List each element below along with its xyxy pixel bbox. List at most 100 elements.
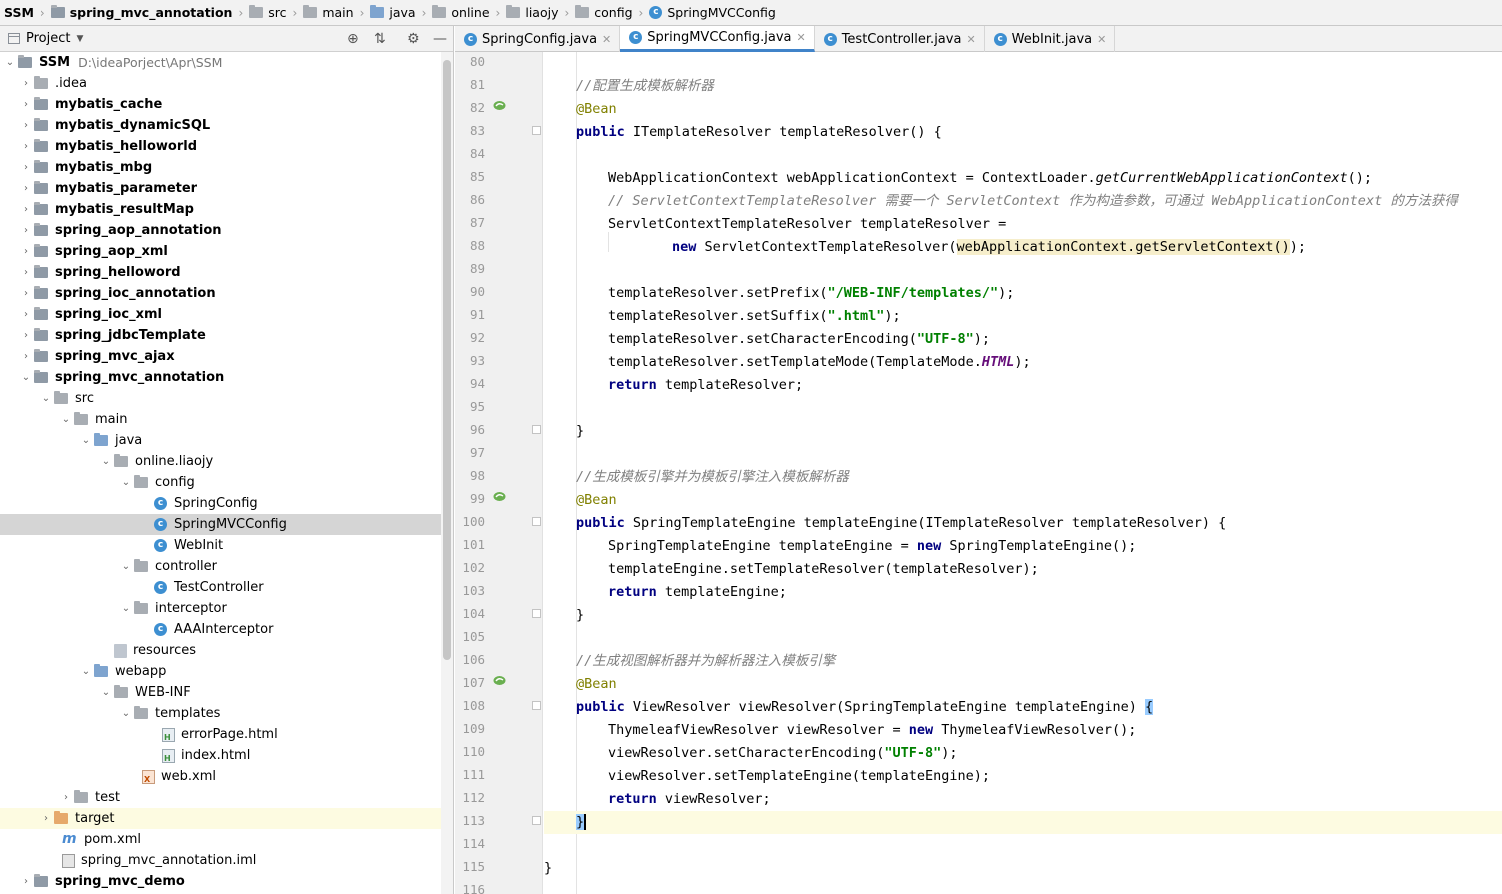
fold-marker-icon[interactable] — [532, 701, 541, 710]
tree-item-iml[interactable]: spring_mvc_annotation.iml — [0, 850, 441, 871]
chevron-right-icon[interactable]: › — [18, 351, 34, 362]
tree-scrollbar-thumb[interactable] — [443, 60, 451, 660]
tree-item-class[interactable]: c TestController — [0, 577, 441, 598]
tree-item-pom[interactable]: m pom.xml — [0, 829, 441, 850]
tree-item-module[interactable]: › mybatis_cache — [0, 94, 441, 115]
chevron-down-icon[interactable]: ⌄ — [18, 372, 34, 383]
tree-item-test[interactable]: › test — [0, 787, 441, 808]
tree-item-class[interactable]: c WebInit — [0, 535, 441, 556]
tree-item-module[interactable]: › spring_ioc_xml — [0, 304, 441, 325]
tree-item-interceptor[interactable]: ⌄ interceptor — [0, 598, 441, 619]
minimize-icon[interactable]: — — [433, 31, 447, 47]
tab-springmvcconfig[interactable]: c SpringMVCConfig.java ✕ — [620, 26, 815, 52]
tree-item-templates[interactable]: ⌄ templates — [0, 703, 441, 724]
tree-item-class[interactable]: c SpringConfig — [0, 493, 441, 514]
chevron-down-icon[interactable]: ⌄ — [38, 393, 54, 404]
breadcrumb-item-java[interactable]: java — [370, 0, 416, 25]
project-view-selector[interactable]: Project — [26, 31, 70, 46]
chevron-right-icon[interactable]: › — [18, 246, 34, 257]
chevron-down-icon[interactable]: ⌄ — [118, 603, 134, 614]
tree-item-module[interactable]: › spring_aop_annotation — [0, 220, 441, 241]
tree-item-config[interactable]: ⌄ config — [0, 472, 441, 493]
tree-scrollbar[interactable] — [441, 52, 453, 894]
chevron-right-icon[interactable]: › — [18, 141, 34, 152]
chevron-down-icon[interactable]: ⌄ — [118, 708, 134, 719]
tree-item-webapp[interactable]: ⌄ webapp — [0, 661, 441, 682]
tree-item-idea[interactable]: › .idea — [0, 73, 441, 94]
chevron-right-icon[interactable]: › — [18, 309, 34, 320]
close-icon[interactable]: ✕ — [796, 31, 805, 44]
tree-item-root[interactable]: ⌄ SSM D:\ideaPorject\Apr\SSM — [0, 52, 441, 73]
breadcrumb-item-liaojy[interactable]: liaojy — [506, 0, 558, 25]
code-editor[interactable]: //配置生成模板解析器 @Bean public ITemplateResolv… — [544, 52, 1502, 894]
chevron-right-icon[interactable]: › — [18, 99, 34, 110]
breadcrumb-item-config[interactable]: config — [575, 0, 633, 25]
tree-item-html[interactable]: errorPage.html — [0, 724, 441, 745]
chevron-right-icon[interactable]: › — [18, 183, 34, 194]
chevron-down-icon[interactable]: ⌄ — [98, 687, 114, 698]
chevron-down-icon[interactable]: ⌄ — [78, 666, 94, 677]
tree-item-module[interactable]: › mybatis_parameter — [0, 178, 441, 199]
fold-marker-icon[interactable] — [532, 517, 541, 526]
fold-marker-icon[interactable] — [532, 816, 541, 825]
chevron-down-icon[interactable]: ⌄ — [58, 414, 74, 425]
tree-item-module-expanded[interactable]: ⌄ spring_mvc_annotation — [0, 367, 441, 388]
tree-item-html[interactable]: index.html — [0, 745, 441, 766]
gear-icon[interactable]: ⚙ — [407, 31, 420, 47]
breadcrumb-item-online[interactable]: online — [432, 0, 490, 25]
tab-springconfig[interactable]: c SpringConfig.java ✕ — [455, 26, 621, 52]
close-icon[interactable]: ✕ — [602, 33, 611, 46]
chevron-right-icon[interactable]: › — [18, 162, 34, 173]
chevron-right-icon[interactable]: › — [18, 78, 34, 89]
chevron-down-icon[interactable]: ⌄ — [78, 435, 94, 446]
chevron-down-icon[interactable]: ⌄ — [98, 456, 114, 467]
bean-gutter-icon[interactable] — [493, 675, 506, 686]
bean-gutter-icon[interactable] — [493, 491, 506, 502]
chevron-right-icon[interactable]: › — [18, 204, 34, 215]
bean-gutter-icon[interactable] — [493, 100, 506, 111]
fold-marker-icon[interactable] — [532, 126, 541, 135]
chevron-right-icon[interactable]: › — [18, 288, 34, 299]
tree-item-xml[interactable]: web.xml — [0, 766, 441, 787]
chevron-down-icon[interactable]: ⌄ — [118, 561, 134, 572]
tree-item-class[interactable]: c AAAInterceptor — [0, 619, 441, 640]
tree-item-module[interactable]: › mybatis_mbg — [0, 157, 441, 178]
tree-item-java[interactable]: ⌄ java — [0, 430, 441, 451]
chevron-down-icon[interactable]: ▼ — [76, 34, 83, 44]
tree-item-module[interactable]: › mybatis_helloworld — [0, 136, 441, 157]
chevron-right-icon[interactable]: › — [18, 330, 34, 341]
tree-item-module[interactable]: › spring_jdbcTemplate — [0, 325, 441, 346]
tree-item-module[interactable]: › spring_mvc_ajax — [0, 346, 441, 367]
chevron-down-icon[interactable]: ⌄ — [2, 57, 18, 68]
chevron-right-icon[interactable]: › — [18, 120, 34, 131]
chevron-down-icon[interactable]: ⌄ — [118, 477, 134, 488]
chevron-right-icon[interactable]: › — [38, 813, 54, 824]
chevron-right-icon[interactable]: › — [18, 876, 34, 887]
chevron-right-icon[interactable]: › — [18, 267, 34, 278]
chevron-right-icon[interactable]: › — [18, 225, 34, 236]
fold-marker-icon[interactable] — [532, 425, 541, 434]
locate-icon[interactable]: ⊕ — [347, 31, 359, 47]
tree-item-src[interactable]: ⌄ src — [0, 388, 441, 409]
tree-item-module[interactable]: › spring_mvc_demo — [0, 871, 441, 892]
breadcrumb-item-module[interactable]: spring_mvc_annotation — [50, 0, 232, 25]
close-icon[interactable]: ✕ — [1097, 33, 1106, 46]
tree-item-class-selected[interactable]: c SpringMVCConfig — [0, 514, 441, 535]
tree-item-package[interactable]: ⌄ online.liaojy — [0, 451, 441, 472]
tree-item-module[interactable]: › spring_ioc_annotation — [0, 283, 441, 304]
tree-item-web-inf[interactable]: ⌄ WEB-INF — [0, 682, 441, 703]
collapse-all-icon[interactable]: ⇅ — [374, 31, 386, 47]
breadcrumb-item-main[interactable]: main — [303, 0, 354, 25]
tree-item-resources[interactable]: resources — [0, 640, 441, 661]
tree-item-main[interactable]: ⌄ main — [0, 409, 441, 430]
tab-testcontroller[interactable]: c TestController.java ✕ — [815, 26, 985, 52]
breadcrumb-item-ssm[interactable]: SSM — [4, 0, 34, 25]
tree-item-module[interactable]: › spring_aop_xml — [0, 241, 441, 262]
chevron-right-icon[interactable]: › — [58, 792, 74, 803]
close-icon[interactable]: ✕ — [966, 33, 975, 46]
tree-item-controller[interactable]: ⌄ controller — [0, 556, 441, 577]
tree-item-module[interactable]: › mybatis_dynamicSQL — [0, 115, 441, 136]
tree-item-module[interactable]: › mybatis_resultMap — [0, 199, 441, 220]
breadcrumb-item-class[interactable]: c SpringMVCConfig — [649, 0, 776, 25]
tab-webinit[interactable]: c WebInit.java ✕ — [985, 26, 1116, 52]
